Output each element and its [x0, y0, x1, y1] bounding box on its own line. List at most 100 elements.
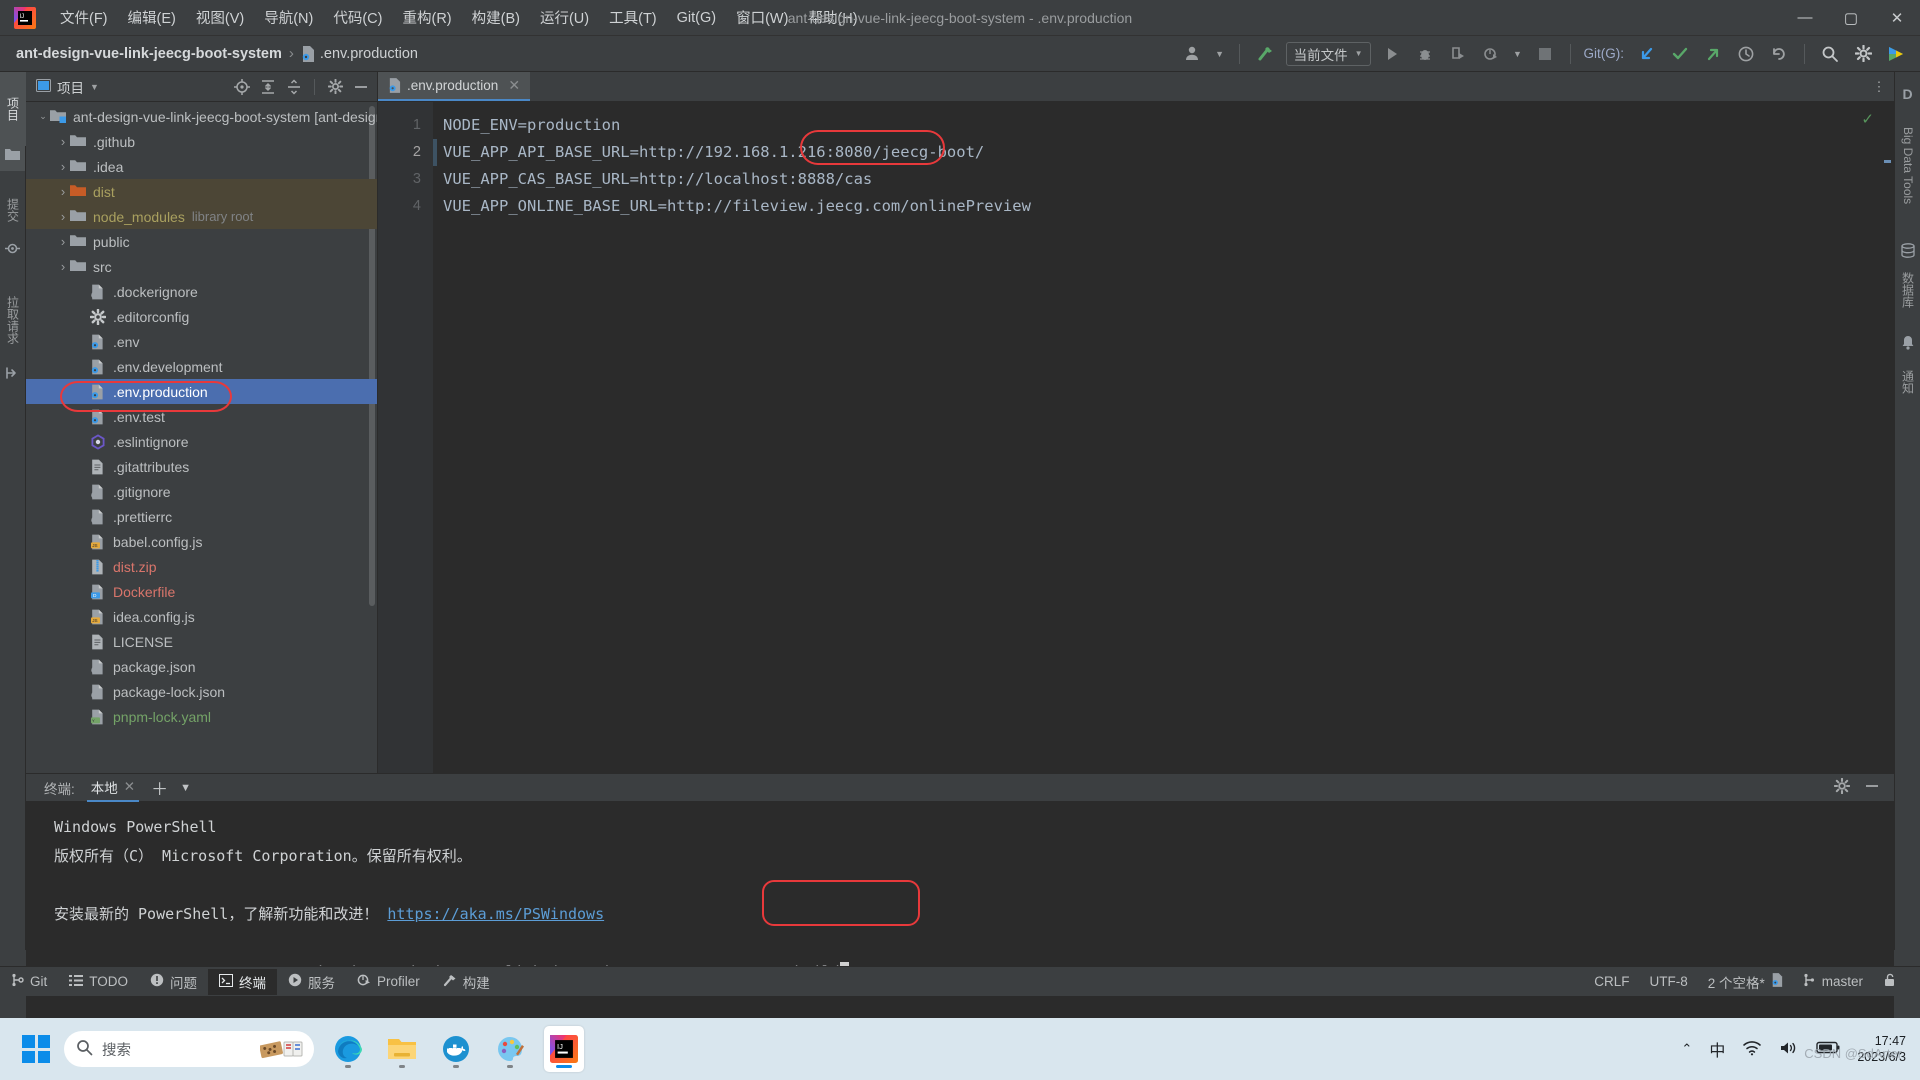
git-rollback-icon[interactable]: [1767, 42, 1791, 66]
tree-item-license[interactable]: LICENSE: [26, 629, 377, 654]
maximize-button[interactable]: ▢: [1828, 1, 1874, 35]
tree-item-src[interactable]: › src: [26, 254, 377, 279]
chevron-down-icon[interactable]: ▼: [90, 82, 99, 92]
run-with-coverage-icon[interactable]: [1446, 42, 1470, 66]
taskbar-intellij[interactable]: IJ: [544, 1026, 584, 1072]
menu-item-file[interactable]: 文件(F): [50, 4, 118, 31]
plus-icon[interactable]: ＋: [151, 775, 168, 800]
hide-panel-icon[interactable]: [351, 77, 371, 97]
stripe-item-notifications[interactable]: 通知: [1895, 353, 1920, 411]
chevron-down-icon[interactable]: ▼: [180, 782, 191, 794]
volume-icon[interactable]: [1779, 1040, 1799, 1059]
stripe-item-big-data-tools[interactable]: Big Data Tools: [1895, 105, 1920, 227]
tree-item-dist[interactable]: › dist: [26, 179, 377, 204]
menu-item-build[interactable]: 构建(B): [462, 4, 530, 31]
menu-item-edit[interactable]: 编辑(E): [118, 4, 186, 31]
expand-all-icon[interactable]: [258, 77, 278, 97]
menu-item-help[interactable]: 帮助(H): [798, 4, 867, 31]
status-todo[interactable]: TODO: [58, 969, 139, 995]
tree-item-idea[interactable]: › .idea: [26, 154, 377, 179]
code-line[interactable]: VUE_APP_ONLINE_BASE_URL=http://fileview.…: [433, 193, 1880, 220]
tree-item-babel-config-js[interactable]: JS babel.config.js: [26, 529, 377, 554]
status-line-separator[interactable]: CRLF: [1584, 974, 1639, 989]
menu-item-navigate[interactable]: 导航(N): [254, 4, 323, 31]
chevron-down-icon[interactable]: ▼: [1214, 42, 1226, 66]
search-icon[interactable]: [1818, 42, 1842, 66]
tree-item-env[interactable]: .env: [26, 329, 377, 354]
tree-item-eslintignore[interactable]: .eslintignore: [26, 429, 377, 454]
chevron-right-icon[interactable]: ›: [56, 184, 70, 199]
stripe-item-pull-requests[interactable]: 拉取请求: [0, 276, 26, 364]
editor-tabs-options-icon[interactable]: ⋮: [1864, 72, 1894, 101]
ide-services-icon[interactable]: [1884, 42, 1908, 66]
stripe-item-commit[interactable]: 提交: [0, 181, 26, 239]
stripe-item-database[interactable]: 数据库: [1895, 261, 1920, 319]
windows-start-icon[interactable]: [22, 1035, 50, 1063]
build-hammer-icon[interactable]: [1253, 42, 1277, 66]
tree-item-env-production[interactable]: .env.production: [26, 379, 377, 404]
chevron-down-icon[interactable]: ▼: [1512, 42, 1524, 66]
tree-item-pnpm-lock-yaml[interactable]: Ypnpm-lock.yaml: [26, 704, 377, 729]
menu-item-git[interactable]: Git(G): [667, 7, 726, 29]
chevron-up-icon[interactable]: ⌃: [1681, 1041, 1692, 1057]
breadcrumb-project[interactable]: ant-design-vue-link-jeecg-boot-system: [16, 46, 282, 62]
git-commit-icon[interactable]: [1668, 42, 1692, 66]
tree-item-env-test[interactable]: .env.test: [26, 404, 377, 429]
git-update-icon[interactable]: [1635, 42, 1659, 66]
account-icon[interactable]: [1181, 42, 1205, 66]
close-icon[interactable]: ✕: [508, 77, 520, 94]
menu-item-refactor[interactable]: 重构(R): [392, 4, 461, 31]
run-configuration-selector[interactable]: 当前文件 ▼: [1285, 41, 1371, 66]
status-git[interactable]: Git: [0, 969, 58, 995]
wifi-icon[interactable]: [1742, 1040, 1762, 1059]
code-line[interactable]: VUE_APP_API_BASE_URL=http://192.168.1.21…: [433, 139, 1880, 166]
chevron-right-icon[interactable]: ›: [56, 259, 70, 274]
stripe-item-project[interactable]: 项目: [0, 72, 26, 146]
menu-item-code[interactable]: 代码(C): [323, 4, 392, 31]
taskbar-search-input[interactable]: 搜索: [64, 1031, 314, 1067]
run-icon[interactable]: [1380, 42, 1404, 66]
tree-item-github[interactable]: › .github: [26, 129, 377, 154]
code-line[interactable]: VUE_APP_CAS_BASE_URL=http://localhost:88…: [433, 166, 1880, 193]
tree-item-node-modules[interactable]: › node_modules library root: [26, 204, 377, 229]
tree-item-public[interactable]: › public: [26, 229, 377, 254]
tree-item-editorconfig[interactable]: .editorconfig: [26, 304, 377, 329]
status-indent[interactable]: 2 个空格*: [1698, 972, 1793, 992]
tree-item-prettierrc[interactable]: .prettierrc: [26, 504, 377, 529]
status-encoding[interactable]: UTF-8: [1639, 974, 1697, 989]
chevron-down-icon[interactable]: ⌄: [36, 111, 50, 122]
git-history-icon[interactable]: [1734, 42, 1758, 66]
tree-item-idea-config-js[interactable]: JS idea.config.js: [26, 604, 377, 629]
chevron-right-icon[interactable]: ›: [56, 134, 70, 149]
taskbar-edge[interactable]: [328, 1026, 368, 1072]
minimize-button[interactable]: —: [1782, 1, 1828, 35]
menu-item-window[interactable]: 窗口(W): [726, 4, 798, 31]
editor-tab-env-production[interactable]: .env.production ✕: [378, 72, 531, 101]
code-line[interactable]: NODE_ENV=production: [433, 112, 1880, 139]
tree-item-dist-zip[interactable]: dist.zip: [26, 554, 377, 579]
collapse-all-icon[interactable]: [284, 77, 304, 97]
chevron-right-icon[interactable]: ›: [56, 209, 70, 224]
tree-item-package-json[interactable]: package.json: [26, 654, 377, 679]
settings-gear-icon[interactable]: [1851, 42, 1875, 66]
menu-item-tools[interactable]: 工具(T): [599, 4, 667, 31]
status-problems[interactable]: 问题: [139, 969, 208, 995]
select-opened-file-icon[interactable]: [232, 77, 252, 97]
stop-icon[interactable]: [1533, 42, 1557, 66]
tree-item-dockerignore[interactable]: .dockerignore: [26, 279, 377, 304]
status-build[interactable]: 构建: [431, 969, 501, 995]
taskbar-explorer[interactable]: [382, 1026, 422, 1072]
menu-item-view[interactable]: 视图(V): [186, 4, 254, 31]
tree-item-dockerfile[interactable]: D Dockerfile: [26, 579, 377, 604]
status-lock[interactable]: [1873, 973, 1906, 990]
breadcrumb-file[interactable]: .env.production: [320, 46, 418, 62]
close-button[interactable]: ✕: [1874, 1, 1920, 35]
tree-item-ant-design-vue-link-jeecg-boot-system-ant-design[interactable]: ⌄ ant-design-vue-link-jeecg-boot-system […: [26, 104, 377, 129]
profile-icon[interactable]: [1479, 42, 1503, 66]
tree-item-package-lock-json[interactable]: package-lock.json: [26, 679, 377, 704]
close-icon[interactable]: ✕: [124, 779, 135, 795]
powershell-update-link[interactable]: https://aka.ms/PSWindows: [387, 905, 604, 923]
debug-icon[interactable]: [1413, 42, 1437, 66]
taskbar-docker[interactable]: [436, 1026, 476, 1072]
chevron-right-icon[interactable]: ›: [56, 159, 70, 174]
